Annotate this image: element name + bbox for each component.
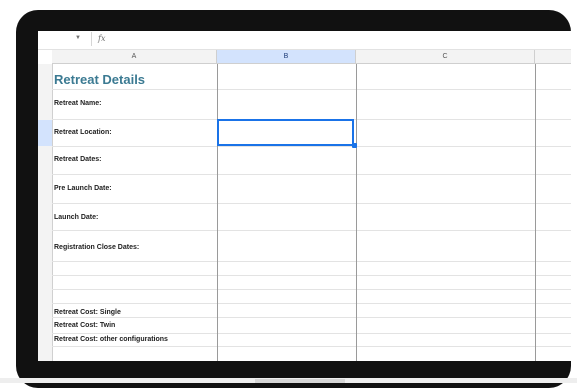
label-pre-launch-date[interactable]: Pre Launch Date: — [54, 185, 112, 192]
column-header-b[interactable]: B — [217, 50, 356, 64]
laptop-base-notch — [255, 379, 345, 383]
grid-row-line — [52, 230, 571, 231]
grid-row-line — [52, 146, 571, 147]
column-header-c[interactable]: C — [356, 50, 535, 64]
fill-handle[interactable] — [352, 143, 357, 148]
column-header-a[interactable]: A — [52, 50, 217, 64]
grid-row-line — [52, 289, 571, 290]
formula-bar-divider — [91, 32, 92, 46]
active-cell-b-retreat-location[interactable] — [217, 119, 354, 146]
label-launch-date[interactable]: Launch Date: — [54, 214, 98, 221]
grid-row-line — [52, 303, 571, 304]
grid-row-line — [52, 275, 571, 276]
grid-column-line — [535, 64, 536, 361]
grid-column-line — [217, 64, 218, 361]
grid-row-line — [52, 203, 571, 204]
grid-row-line — [52, 333, 571, 334]
grid-row-line — [52, 89, 571, 90]
name-box-dropdown-icon[interactable]: ▼ — [75, 35, 81, 41]
grid-row-line — [52, 174, 571, 175]
label-retreat-cost-other[interactable]: Retreat Cost: other configurations — [54, 336, 168, 343]
column-header-d[interactable] — [535, 50, 571, 64]
label-registration-close-dates[interactable]: Registration Close Dates: — [54, 244, 139, 251]
label-retreat-location[interactable]: Retreat Location: — [54, 129, 112, 136]
label-retreat-name[interactable]: Retreat Name: — [54, 100, 101, 107]
label-retreat-dates[interactable]: Retreat Dates: — [54, 156, 101, 163]
label-retreat-cost-single[interactable]: Retreat Cost: Single — [54, 309, 121, 316]
grid-column-line — [356, 64, 357, 361]
row-header-selected[interactable] — [38, 120, 52, 146]
grid-row-line — [52, 261, 571, 262]
spreadsheet-window: ▼ fx A B C Retreat Details Retreat Name:… — [38, 31, 571, 361]
fx-icon: fx — [98, 34, 106, 43]
row-headers[interactable] — [38, 64, 53, 361]
grid-row-line — [52, 317, 571, 318]
formula-bar: ▼ fx — [38, 31, 571, 50]
grid-row-line — [52, 346, 571, 347]
sheet-title[interactable]: Retreat Details — [54, 72, 145, 87]
label-retreat-cost-twin[interactable]: Retreat Cost: Twin — [54, 322, 115, 329]
